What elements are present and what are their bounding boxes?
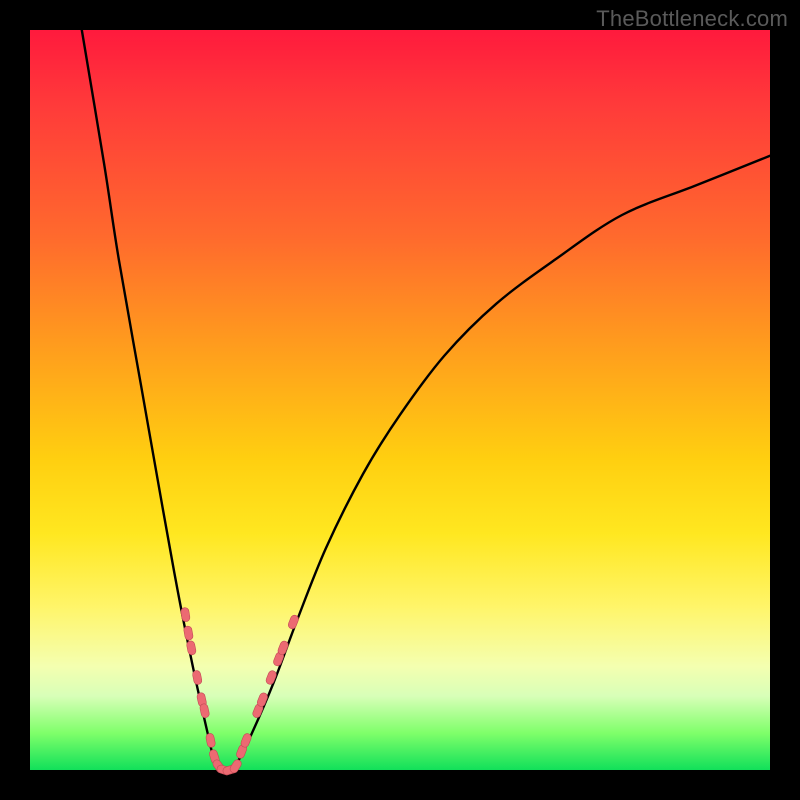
curve-marker: [186, 640, 197, 655]
curve-marker: [265, 670, 278, 686]
watermark-text: TheBottleneck.com: [596, 6, 788, 32]
curve-marker: [199, 703, 210, 718]
curve-marker: [205, 733, 216, 748]
bottleneck-curve: [82, 30, 770, 771]
curve-marker: [183, 626, 193, 641]
curve-marker: [180, 607, 190, 622]
curve-marker: [192, 670, 203, 685]
chart-frame: TheBottleneck.com: [0, 0, 800, 800]
curve-layer: [30, 30, 770, 770]
plot-area: [30, 30, 770, 770]
